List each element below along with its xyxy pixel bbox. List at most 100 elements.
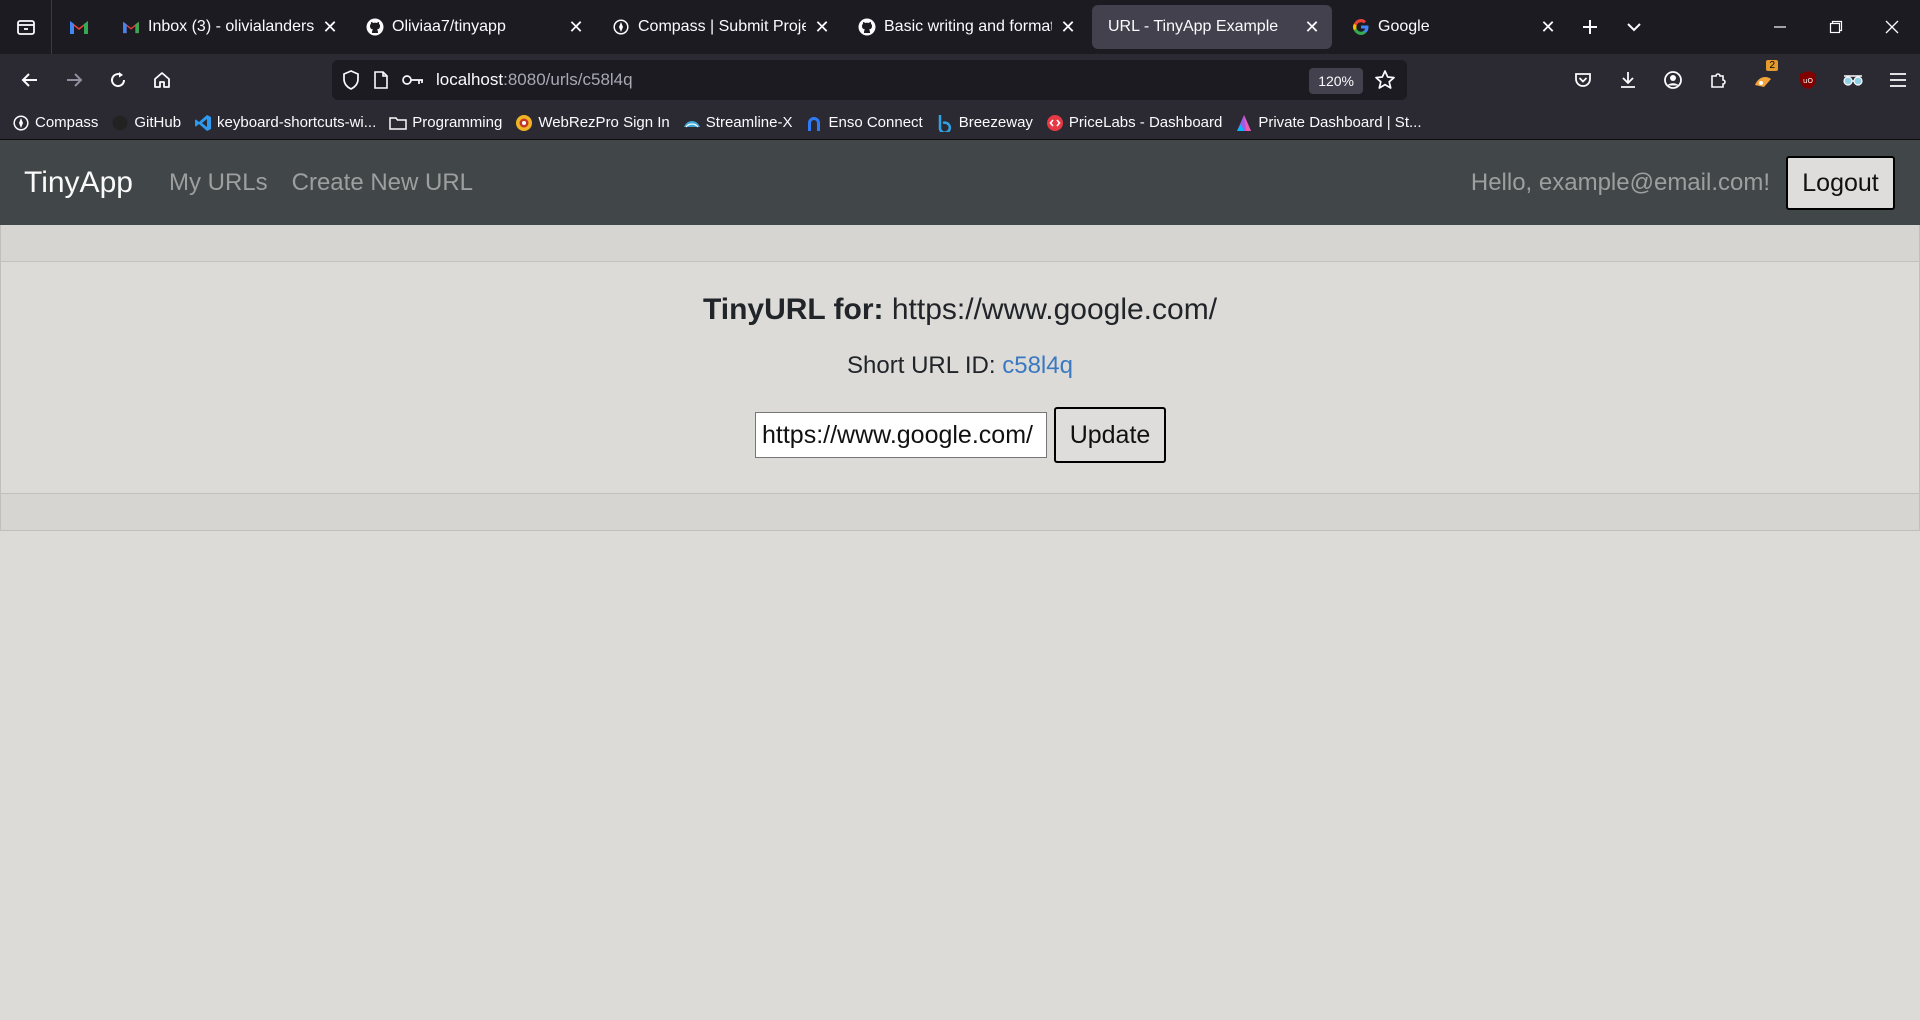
bookmark-webrezpro[interactable]: WebRezPro Sign In bbox=[515, 114, 670, 132]
key-icon[interactable] bbox=[402, 73, 424, 87]
reload-button[interactable] bbox=[96, 58, 140, 102]
tab-github-docs[interactable]: Basic writing and formatting ✕ bbox=[842, 5, 1088, 49]
bookmark-label: keyboard-shortcuts-wi... bbox=[217, 114, 377, 131]
tab-gmail-inbox[interactable]: Inbox (3) - olivialanderson ✕ bbox=[106, 5, 350, 49]
extension-icon bbox=[1754, 77, 1771, 87]
nav-link-create-new-url[interactable]: Create New URL bbox=[292, 169, 473, 197]
logout-button[interactable]: Logout bbox=[1786, 156, 1895, 210]
tab-title: Oliviaa7/tinyapp bbox=[392, 18, 506, 35]
plus-icon bbox=[1583, 20, 1597, 34]
page-icon[interactable] bbox=[374, 71, 388, 89]
ublock-button[interactable]: uO bbox=[1785, 58, 1830, 102]
arrow-right-icon bbox=[67, 73, 83, 87]
zoom-level-badge[interactable]: 120% bbox=[1309, 68, 1363, 94]
bookmark-pricelabs[interactable]: PriceLabs - Dashboard bbox=[1046, 114, 1222, 132]
list-all-tabs-button[interactable] bbox=[1612, 5, 1656, 49]
tab-overview-button[interactable] bbox=[0, 0, 52, 54]
bookmarks-toolbar: Compass GitHub keyboard-shortcuts-wi... … bbox=[0, 106, 1920, 140]
short-url-row: Short URL ID: c58l4q bbox=[1, 352, 1919, 380]
tab-title: Inbox (3) - olivialanderson bbox=[148, 18, 314, 35]
card-footer bbox=[1, 493, 1919, 530]
close-icon bbox=[1885, 20, 1899, 34]
extension-notify-button[interactable]: 2 bbox=[1740, 58, 1785, 102]
arrow-left-icon bbox=[21, 73, 37, 87]
close-icon[interactable]: ✕ bbox=[812, 17, 832, 37]
home-icon bbox=[154, 72, 170, 88]
close-icon[interactable]: ✕ bbox=[1538, 17, 1558, 37]
extensions-button[interactable] bbox=[1695, 58, 1740, 102]
bookmark-streamline[interactable]: Streamline-X bbox=[683, 114, 792, 132]
compass-icon bbox=[12, 114, 30, 132]
nav-link-my-urls[interactable]: My URLs bbox=[169, 169, 268, 197]
bookmark-enso-connect[interactable]: Enso Connect bbox=[805, 114, 923, 132]
card-title: TinyURL for: https://www.google.com/ bbox=[1, 293, 1919, 327]
account-button[interactable] bbox=[1650, 58, 1695, 102]
bookmark-label: PriceLabs - Dashboard bbox=[1068, 114, 1223, 131]
compass-icon bbox=[612, 18, 630, 36]
hamburger-menu-icon bbox=[1889, 73, 1906, 87]
url-host: localhost bbox=[436, 70, 504, 89]
pricelabs-icon bbox=[1046, 114, 1064, 132]
restore-button[interactable] bbox=[1808, 0, 1864, 54]
downloads-button[interactable] bbox=[1605, 58, 1650, 102]
close-icon[interactable]: ✕ bbox=[1058, 17, 1078, 37]
tab-google[interactable]: Google ✕ bbox=[1336, 5, 1568, 49]
bookmark-star-button[interactable] bbox=[1371, 66, 1399, 94]
brand-link[interactable]: TinyApp bbox=[24, 166, 133, 200]
bookmark-breezeway[interactable]: Breezeway bbox=[936, 114, 1033, 132]
shield-icon[interactable] bbox=[342, 70, 360, 90]
close-icon[interactable]: ✕ bbox=[1302, 17, 1322, 37]
url-text[interactable]: localhost:8080/urls/c58l4q bbox=[436, 70, 633, 90]
puzzle-icon bbox=[1710, 73, 1726, 88]
minimize-button[interactable] bbox=[1752, 0, 1808, 54]
bookmark-private-dashboard[interactable]: Private Dashboard | St... bbox=[1235, 114, 1421, 132]
back-button[interactable] bbox=[8, 58, 52, 102]
forward-button[interactable] bbox=[52, 58, 96, 102]
toolbar-extensions: 2 uO bbox=[1560, 58, 1920, 102]
app-menu-button[interactable] bbox=[1875, 58, 1920, 102]
gmail-icon bbox=[70, 21, 88, 34]
update-button[interactable]: Update bbox=[1054, 407, 1166, 463]
notification-badge: 2 bbox=[1766, 60, 1778, 71]
short-url-label: Short URL ID: bbox=[847, 352, 996, 379]
browser-toolbar: localhost:8080/urls/c58l4q 120% 2 uO bbox=[0, 54, 1920, 106]
github-icon bbox=[111, 114, 129, 132]
gmail-icon bbox=[122, 18, 140, 36]
close-icon[interactable]: ✕ bbox=[320, 17, 340, 37]
tab-github-tinyapp[interactable]: Oliviaa7/tinyapp ✕ bbox=[350, 5, 596, 49]
close-icon[interactable]: ✕ bbox=[566, 17, 586, 37]
bookmark-label: WebRezPro Sign In bbox=[538, 114, 670, 131]
bookmark-github[interactable]: GitHub bbox=[111, 114, 181, 132]
bookmark-compass[interactable]: Compass bbox=[12, 114, 98, 132]
url-path: :8080/urls/c58l4q bbox=[503, 70, 633, 89]
close-window-button[interactable] bbox=[1864, 0, 1920, 54]
tab-tinyapp-active[interactable]: URL - TinyApp Example ✕ bbox=[1092, 5, 1332, 49]
pinned-tab-gmail[interactable] bbox=[52, 0, 106, 54]
tab-compass[interactable]: Compass | Submit Project ✕ bbox=[596, 5, 842, 49]
url-card: TinyURL for: https://www.google.com/ Sho… bbox=[0, 225, 1920, 531]
streamline-icon bbox=[683, 114, 701, 132]
tab-title: Google bbox=[1378, 18, 1430, 35]
short-url-link[interactable]: c58l4q bbox=[1002, 352, 1073, 379]
reader-extension-button[interactable] bbox=[1830, 58, 1875, 102]
bookmark-label: Private Dashboard | St... bbox=[1258, 114, 1422, 131]
folder-icon bbox=[389, 114, 408, 132]
user-greeting: Hello, example@email.com! bbox=[1470, 168, 1770, 196]
download-icon bbox=[1620, 72, 1635, 88]
long-url-input[interactable] bbox=[755, 412, 1047, 458]
bookmark-folder-programming[interactable]: Programming bbox=[389, 114, 502, 132]
svg-text:uO: uO bbox=[1803, 77, 1813, 85]
bookmark-label: Breezeway bbox=[958, 114, 1033, 131]
pocket-icon bbox=[1574, 73, 1591, 87]
bookmark-keyboard-shortcuts[interactable]: keyboard-shortcuts-wi... bbox=[194, 114, 376, 132]
browser-tab-bar: Inbox (3) - olivialanderson ✕ Oliviaa7/t… bbox=[0, 0, 1920, 54]
home-button[interactable] bbox=[140, 58, 184, 102]
account-icon bbox=[1663, 71, 1682, 89]
new-tab-button[interactable] bbox=[1568, 5, 1612, 49]
pocket-button[interactable] bbox=[1560, 58, 1605, 102]
chevron-down-icon bbox=[1627, 23, 1641, 32]
address-bar[interactable]: localhost:8080/urls/c58l4q 120% bbox=[332, 60, 1407, 100]
bookmark-label: GitHub bbox=[134, 114, 182, 131]
google-icon bbox=[1352, 18, 1370, 36]
bookmark-label: Enso Connect bbox=[828, 114, 923, 131]
